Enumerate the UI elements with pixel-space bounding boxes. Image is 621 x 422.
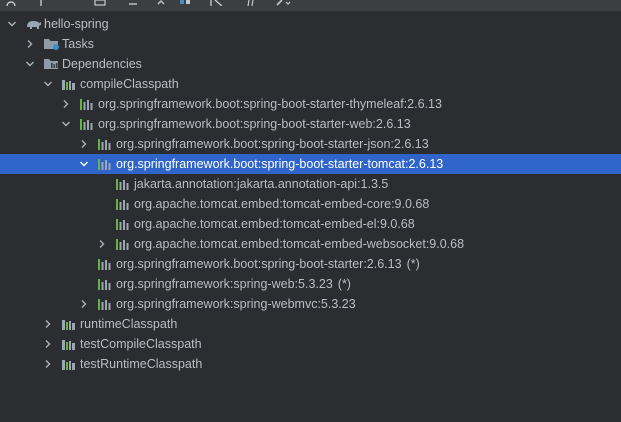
library-icon (98, 158, 112, 170)
chevron-right-icon[interactable] (42, 314, 54, 334)
chevron-right-icon[interactable] (96, 234, 108, 254)
library-icon (98, 298, 112, 310)
tree-row-label: org.springframework.boot:spring-boot-sta… (116, 254, 420, 274)
tree-row[interactable]: org.springframework.boot:spring-boot-sta… (0, 154, 621, 174)
library-icon (116, 198, 130, 210)
tree-row-label: org.springframework.boot:spring-boot-sta… (98, 114, 411, 134)
tree-row[interactable]: org.apache.tomcat.embed:tomcat-embed-web… (0, 234, 621, 254)
settings-dropdown-icon[interactable] (276, 0, 291, 6)
add-icon[interactable] (36, 0, 46, 6)
tree-row[interactable]: runtimeClasspath (0, 314, 621, 334)
tree-row-label: org.apache.tomcat.embed:tomcat-embed-cor… (134, 194, 429, 214)
tree-row[interactable]: testRuntimeClasspath (0, 354, 621, 374)
tree-row[interactable]: org.springframework:spring-web:5.3.23 (*) (0, 274, 621, 294)
tree-row-text: org.apache.tomcat.embed:tomcat-embed-web… (134, 237, 465, 251)
tree-row-text: testCompileClasspath (80, 337, 202, 351)
tree-row-text: compileClasspath (80, 77, 179, 91)
tree-row-text: Tasks (62, 37, 94, 51)
dependencies-folder-icon (44, 58, 58, 70)
elephant-icon (26, 18, 41, 30)
chevron-right-icon[interactable] (24, 34, 36, 54)
tree-row-label: org.springframework.boot:spring-boot-sta… (116, 134, 429, 154)
chevron-right-icon[interactable] (42, 354, 54, 374)
tree-row-text: org.springframework.boot:spring-boot-sta… (98, 97, 442, 111)
tree-row-text: org.apache.tomcat.embed:tomcat-embed-cor… (134, 197, 430, 211)
execute-task-icon[interactable] (94, 0, 106, 6)
dependency-tree: hello-spring Tasks Dependencies compileClas… (0, 14, 621, 374)
tree-row[interactable]: org.springframework.boot:spring-boot-sta… (0, 134, 621, 154)
group-modules-icon[interactable] (180, 0, 190, 6)
tasks-folder-icon (44, 38, 59, 50)
tree-row-text: Dependencies (62, 57, 142, 71)
expand-all-icon[interactable] (128, 0, 138, 6)
tree-row-label: org.springframework.boot:spring-boot-sta… (98, 94, 442, 114)
tree-row[interactable]: org.springframework.boot:spring-boot-sta… (0, 254, 621, 274)
tree-row[interactable]: testCompileClasspath (0, 334, 621, 354)
refresh-icon[interactable] (6, 0, 16, 6)
tree-row-label: org.apache.tomcat.embed:tomcat-embed-web… (134, 234, 464, 254)
tree-row-label: org.apache.tomcat.embed:tomcat-embed-el:… (134, 214, 415, 234)
chevron-right-icon[interactable] (78, 294, 90, 314)
library-icon (116, 218, 130, 230)
library-icon (80, 118, 94, 130)
configuration-icon (62, 358, 76, 370)
tree-row[interactable]: org.apache.tomcat.embed:tomcat-embed-cor… (0, 194, 621, 214)
tree-row-label: org.springframework.boot:spring-boot-sta… (116, 154, 443, 174)
library-icon (80, 98, 94, 110)
tree-row-text: org.springframework.boot:spring-boot-sta… (116, 157, 444, 171)
tree-row[interactable]: hello-spring (0, 14, 621, 34)
library-icon (98, 258, 112, 270)
tree-row-label: testRuntimeClasspath (80, 354, 202, 374)
configuration-icon (62, 318, 76, 330)
chevron-down-icon[interactable] (24, 54, 36, 74)
toggle-parallel-icon[interactable] (246, 0, 256, 6)
omitted-marker: (*) (337, 277, 351, 291)
tree-row[interactable]: org.springframework:spring-webmvc:5.3.23 (0, 294, 621, 314)
tree-row-text: org.springframework.boot:spring-boot-sta… (116, 137, 429, 151)
tree-row-text: runtimeClasspath (80, 317, 178, 331)
tree-row-text: org.springframework:spring-webmvc:5.3.23 (116, 297, 356, 311)
tree-row-label: compileClasspath (80, 74, 179, 94)
tree-row[interactable]: Dependencies (0, 54, 621, 74)
tree-row[interactable]: compileClasspath (0, 74, 621, 94)
tree-row-label: hello-spring (44, 14, 109, 34)
omitted-marker: (*) (406, 257, 420, 271)
chevron-right-icon[interactable] (60, 94, 72, 114)
gradle-toolbar (0, 0, 621, 12)
configuration-icon (62, 78, 76, 90)
tree-row-label: org.springframework:spring-web:5.3.23 (*) (116, 274, 351, 294)
chevron-right-icon[interactable] (42, 334, 54, 354)
tree-row[interactable]: org.springframework.boot:spring-boot-sta… (0, 94, 621, 114)
tree-row-label: org.springframework:spring-webmvc:5.3.23 (116, 294, 356, 314)
chevron-right-icon[interactable] (78, 134, 90, 154)
configuration-icon (62, 338, 76, 350)
library-icon (116, 238, 130, 250)
tree-row-text: jakarta.annotation:jakarta.annotation-ap… (134, 177, 389, 191)
tree-row-text: hello-spring (44, 17, 109, 31)
tree-row-text: testRuntimeClasspath (80, 357, 203, 371)
tree-row[interactable]: org.springframework.boot:spring-boot-sta… (0, 114, 621, 134)
collapse-all-icon[interactable] (156, 0, 166, 6)
offline-mode-icon[interactable] (210, 0, 223, 6)
tree-row[interactable]: jakarta.annotation:jakarta.annotation-ap… (0, 174, 621, 194)
chevron-down-icon[interactable] (6, 14, 18, 34)
chevron-down-icon[interactable] (60, 114, 72, 134)
tree-row-label: Tasks (62, 34, 94, 54)
library-icon (98, 278, 112, 290)
chevron-down-icon[interactable] (78, 154, 90, 174)
tree-row-text: org.springframework:spring-web:5.3.23 (116, 277, 333, 291)
tree-row-text: org.springframework.boot:spring-boot-sta… (116, 257, 402, 271)
library-icon (116, 178, 130, 190)
tree-row-label: jakarta.annotation:jakarta.annotation-ap… (134, 174, 388, 194)
tree-row-label: Dependencies (62, 54, 142, 74)
chevron-down-icon[interactable] (42, 74, 54, 94)
tree-row-label: runtimeClasspath (80, 314, 177, 334)
tree-row-text: org.springframework.boot:spring-boot-sta… (98, 117, 411, 131)
library-icon (98, 138, 112, 150)
tree-row[interactable]: org.apache.tomcat.embed:tomcat-embed-el:… (0, 214, 621, 234)
tree-row-text: org.apache.tomcat.embed:tomcat-embed-el:… (134, 217, 415, 231)
tree-row-label: testCompileClasspath (80, 334, 202, 354)
tree-row[interactable]: Tasks (0, 34, 621, 54)
